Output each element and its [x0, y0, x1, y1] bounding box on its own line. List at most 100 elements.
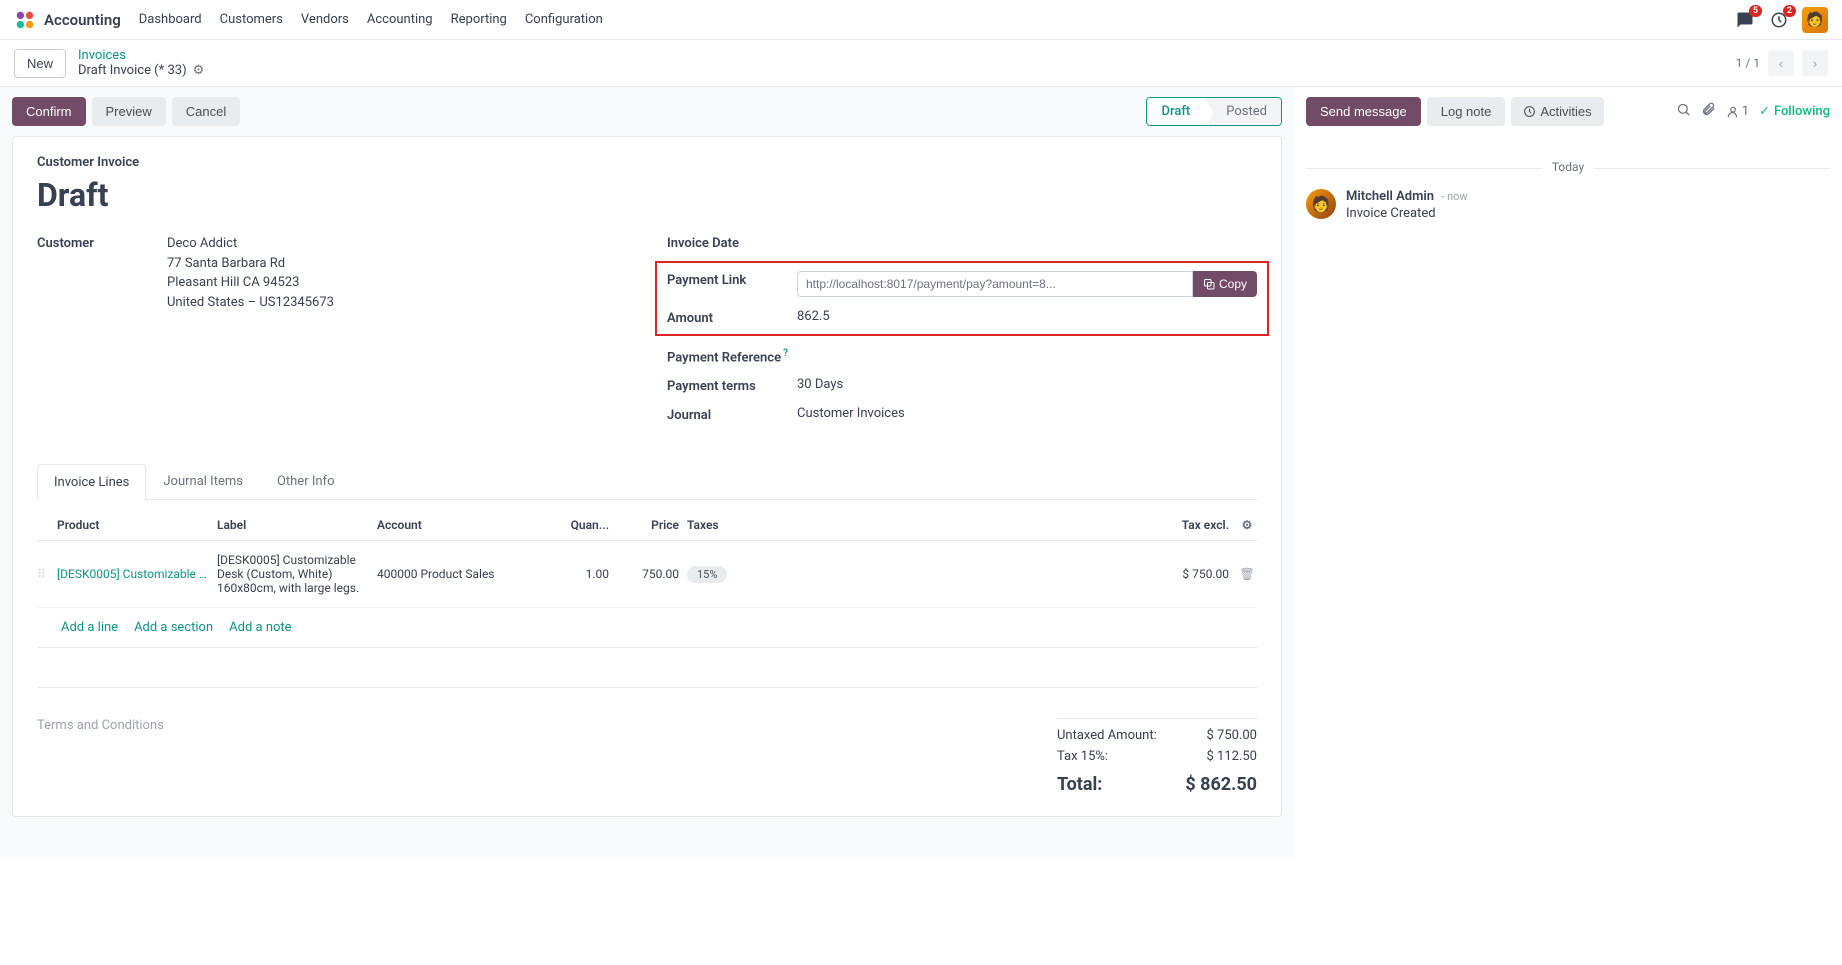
invoice-date-label: Invoice Date	[667, 234, 797, 251]
total-label: Total:	[1057, 774, 1102, 795]
journal-value[interactable]: Customer Invoices	[797, 406, 1257, 421]
breadcrumb-link[interactable]: Invoices	[78, 48, 126, 63]
app-logo	[14, 9, 36, 31]
chat-icon[interactable]: 5	[1734, 9, 1756, 31]
th-price[interactable]: Price	[617, 518, 687, 532]
payment-link-input[interactable]	[797, 271, 1193, 297]
actionbar: Confirm Preview Cancel Draft Posted	[12, 87, 1282, 136]
user-icon	[1726, 105, 1740, 119]
pager-text: 1 / 1	[1736, 56, 1760, 70]
payment-link-label: Payment Link	[667, 271, 797, 288]
breadcrumb-current: Draft Invoice (* 33)	[78, 63, 187, 78]
tabs: Invoice Lines Journal Items Other Info	[37, 463, 1257, 500]
customer-value[interactable]: Deco Addict 77 Santa Barbara Rd Pleasant…	[167, 234, 627, 312]
nav-accounting[interactable]: Accounting	[367, 12, 433, 27]
chatter-date-sep: Today	[1542, 160, 1594, 174]
tab-invoice-lines[interactable]: Invoice Lines	[37, 464, 146, 500]
check-icon: ✓	[1759, 104, 1770, 119]
subbar: New Invoices Draft Invoice (* 33) ⚙ 1 / …	[0, 40, 1842, 87]
amount-value[interactable]: 862.5	[797, 309, 1257, 324]
row-label[interactable]: [DESK0005] Customizable Desk (Custom, Wh…	[217, 553, 377, 595]
totals: Untaxed Amount: $ 750.00 Tax 15%: $ 112.…	[1057, 718, 1257, 798]
untaxed-value: $ 750.00	[1207, 728, 1258, 743]
total-value: $ 862.50	[1185, 774, 1257, 795]
nav-reporting[interactable]: Reporting	[451, 12, 507, 27]
th-taxes[interactable]: Taxes	[687, 518, 787, 532]
th-taxexcl[interactable]: Tax excl.	[787, 518, 1237, 532]
message-avatar[interactable]: 🧑	[1306, 189, 1336, 219]
status-pills: Draft Posted	[1146, 97, 1282, 126]
clock-icon[interactable]: 2	[1768, 9, 1790, 31]
row-qty[interactable]: 1.00	[557, 567, 617, 581]
add-line-link[interactable]: Add a line	[61, 620, 118, 635]
chat-badge: 5	[1749, 5, 1762, 17]
th-label[interactable]: Label	[217, 518, 377, 532]
pager-next[interactable]: ›	[1802, 50, 1828, 76]
topnav: Dashboard Customers Vendors Accounting R…	[139, 12, 603, 27]
message: 🧑 Mitchell Admin - now Invoice Created	[1306, 189, 1830, 221]
breadcrumb: Invoices Draft Invoice (* 33) ⚙	[78, 48, 204, 78]
help-icon[interactable]: ?	[783, 348, 788, 359]
user-avatar[interactable]: 🧑	[1802, 7, 1828, 33]
th-product[interactable]: Product	[57, 518, 217, 532]
journal-label: Journal	[667, 406, 797, 423]
attachment-icon[interactable]	[1701, 102, 1716, 121]
gear-icon[interactable]: ⚙	[193, 63, 205, 78]
amount-label: Amount	[667, 309, 797, 326]
new-button[interactable]: New	[14, 49, 66, 78]
drag-handle-icon[interactable]: ⠿	[37, 567, 57, 581]
payment-ref-label: Payment Reference?	[667, 346, 797, 365]
message-time: - now	[1441, 190, 1467, 203]
topbar: Accounting Dashboard Customers Vendors A…	[0, 0, 1842, 40]
highlight-box: Payment Link Copy Amount 862	[655, 261, 1269, 336]
preview-button[interactable]: Preview	[92, 97, 166, 126]
customer-label: Customer	[37, 234, 167, 251]
tab-journal-items[interactable]: Journal Items	[146, 463, 260, 499]
activities-button[interactable]: Activities	[1511, 97, 1603, 126]
terms-field[interactable]: Terms and Conditions	[37, 718, 1057, 798]
untaxed-label: Untaxed Amount:	[1057, 728, 1157, 743]
form-card: Customer Invoice Draft Customer Deco Add…	[12, 136, 1282, 817]
copy-button[interactable]: Copy	[1193, 271, 1257, 297]
tax-label: Tax 15%:	[1057, 749, 1108, 764]
search-icon[interactable]	[1676, 102, 1691, 121]
copy-icon	[1203, 278, 1215, 290]
app-title[interactable]: Accounting	[44, 11, 121, 29]
th-account[interactable]: Account	[377, 518, 557, 532]
payment-terms-value[interactable]: 30 Days	[797, 377, 1257, 392]
clock-icon	[1523, 105, 1536, 118]
message-author[interactable]: Mitchell Admin	[1346, 189, 1434, 204]
row-tax[interactable]: 15%	[687, 566, 727, 583]
add-section-link[interactable]: Add a section	[134, 620, 213, 635]
columns-options-icon[interactable]: ⚙	[1237, 518, 1257, 532]
log-note-button[interactable]: Log note	[1427, 97, 1506, 126]
send-message-button[interactable]: Send message	[1306, 97, 1421, 126]
add-note-link[interactable]: Add a note	[229, 620, 291, 635]
table-row[interactable]: ⠿ [DESK0005] Customizable De [DESK0005] …	[37, 541, 1257, 608]
delete-row-icon[interactable]: 🗑	[1237, 567, 1257, 581]
pager-prev[interactable]: ‹	[1768, 50, 1794, 76]
nav-configuration[interactable]: Configuration	[525, 12, 603, 27]
following-button[interactable]: ✓ Following	[1759, 104, 1830, 119]
status-posted[interactable]: Posted	[1204, 98, 1281, 125]
cancel-button[interactable]: Cancel	[172, 97, 240, 126]
nav-vendors[interactable]: Vendors	[301, 12, 349, 27]
invoice-lines-table: Product Label Account Quan... Price Taxe…	[37, 510, 1257, 688]
followers-count[interactable]: 1	[1726, 104, 1749, 119]
tab-other-info[interactable]: Other Info	[260, 463, 352, 499]
clock-badge: 2	[1783, 5, 1796, 17]
row-product[interactable]: [DESK0005] Customizable De	[57, 567, 217, 581]
chatter: Send message Log note Activities 1 ✓	[1294, 87, 1842, 857]
status-draft[interactable]: Draft	[1147, 98, 1204, 125]
th-qty[interactable]: Quan...	[557, 518, 617, 532]
form-heading: Customer Invoice	[37, 155, 1257, 170]
message-text: Invoice Created	[1346, 206, 1468, 221]
row-account[interactable]: 400000 Product Sales	[377, 567, 557, 581]
tax-value: $ 112.50	[1207, 749, 1258, 764]
payment-terms-label: Payment terms	[667, 377, 797, 394]
row-taxexcl: $ 750.00	[787, 567, 1237, 581]
nav-dashboard[interactable]: Dashboard	[139, 12, 202, 27]
nav-customers[interactable]: Customers	[220, 12, 283, 27]
confirm-button[interactable]: Confirm	[12, 97, 86, 126]
row-price[interactable]: 750.00	[617, 567, 687, 581]
